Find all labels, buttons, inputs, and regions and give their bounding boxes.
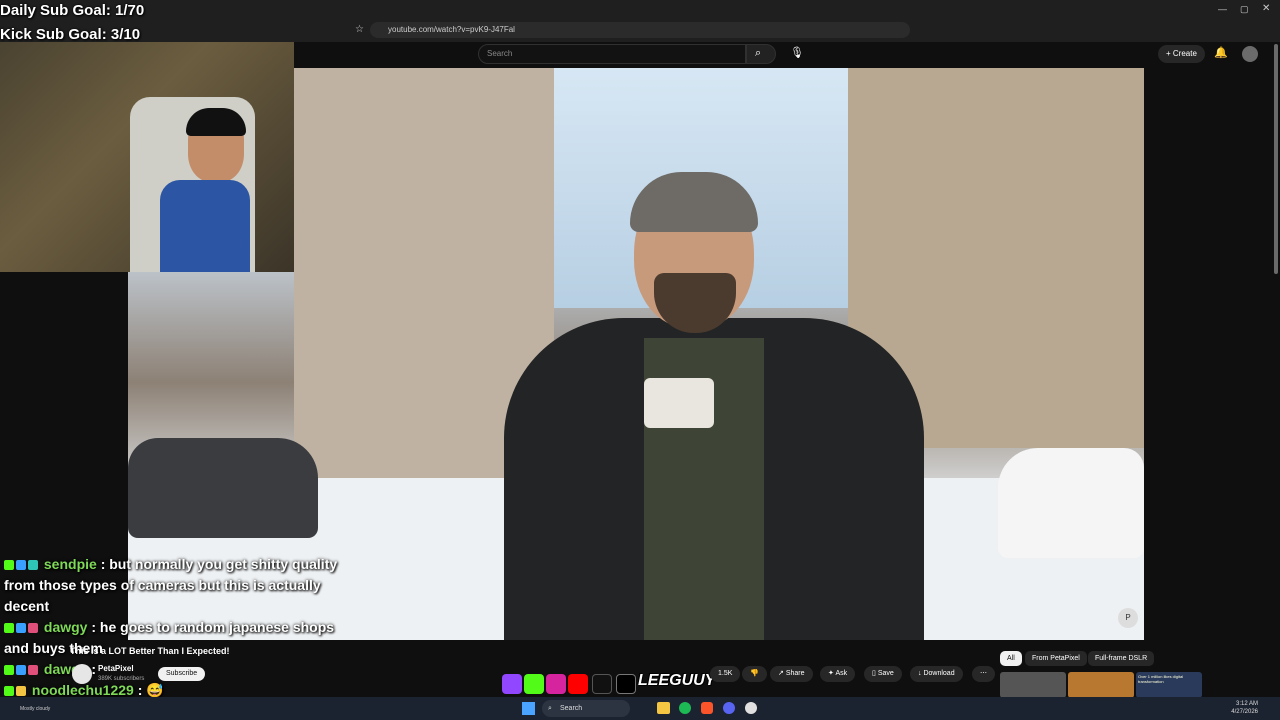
sparkle-icon: ✦ [828,670,834,677]
save-button[interactable]: ▯ Save [864,666,902,682]
download-button[interactable]: ↓ Download [910,666,963,682]
chip-full-frame[interactable]: Full-frame DSLR [1088,651,1155,666]
x-icon [616,674,636,694]
youtube-icon [568,674,588,694]
thumbs-down-icon: 👎 [750,670,759,677]
plus-icon: + [1166,49,1171,58]
chat-text: : [137,682,143,698]
search-icon: ⌕ [755,47,762,59]
recommended-thumbnail[interactable] [1000,672,1066,698]
tiktok-icon [592,674,612,694]
scrollbar[interactable] [1274,44,1278,274]
chrome-icon[interactable] [745,702,757,714]
chat-username: dawgy [43,619,88,635]
like-count: 1.5K [718,670,733,677]
discord-icon[interactable] [723,702,735,714]
chat-username: noodlechu1229 [31,682,134,698]
like-button[interactable]: 1.5K [710,666,741,682]
emote-icon: 😅 [146,682,164,698]
chat-text: : [91,661,97,677]
file-explorer-icon[interactable] [657,702,670,714]
start-button[interactable] [522,702,535,715]
webcam-streamer [140,108,290,272]
more-icon: ⋯ [980,670,987,677]
search-button[interactable]: ⌕ [746,44,776,64]
bookmark-save-icon: ▯ [872,670,876,677]
minimize-icon[interactable]: — [1218,4,1227,14]
chip-all[interactable]: All [1000,651,1022,666]
clock-time: 3:12 AM [1235,701,1258,707]
clock-date: 4/27/2026 [1231,709,1258,715]
subscribe-button[interactable]: Subscribe [158,667,206,681]
search-input[interactable]: Search [478,44,746,64]
brave-icon[interactable] [701,702,713,714]
video-presenter [504,172,924,640]
ask-button[interactable]: ✦ Ask [820,666,856,682]
share-button[interactable]: ↗ Share [770,666,813,682]
close-icon[interactable]: ✕ [1262,3,1270,14]
twitch-icon [502,674,522,694]
video-car-right [998,448,1144,558]
ask-label: Ask [835,670,848,677]
channel-watermark-icon[interactable]: P [1118,608,1138,628]
share-icon: ↗ [778,670,784,677]
address-bar[interactable]: youtube.com/watch?v=pvK9-J47Fal [370,22,910,38]
kick-icon [524,674,544,694]
bookmark-icon[interactable]: ☆ [355,24,364,35]
taskbar-search-label: Search [560,705,583,712]
presenter-hair [630,172,758,232]
chat-message: sendpie : but normally you get shitty qu… [4,554,344,617]
webcam-overlay [0,42,294,272]
streamer-logo: LEEGUUY [638,672,716,689]
avatar[interactable] [1242,46,1258,62]
taskbar-search-icon: ⌕ [548,705,552,712]
recommended-thumbnail[interactable] [1068,672,1134,698]
mic-icon[interactable]: 🎙 [790,46,804,59]
recommended-thumbnail[interactable]: Over 1 million likes digital transformat… [1136,672,1202,698]
download-icon: ↓ [918,670,922,677]
bell-icon[interactable]: 🔔 [1214,46,1228,59]
more-actions-button[interactable]: ⋯ [972,666,995,682]
video-car-left [128,438,318,538]
taskbar-search[interactable]: ⌕ Search [542,700,630,717]
daily-sub-goal: Daily Sub Goal: 1/70 [0,2,145,19]
presenter-camera [644,378,714,428]
kick-sub-goal: Kick Sub Goal: 3/10 [0,26,141,43]
channel-avatar[interactable] [72,664,92,684]
thumbnail-text: Over 1 million likes digital transformat… [1138,674,1184,684]
social-logo-overlay: LEEGUUY [500,666,715,700]
dislike-button[interactable]: 👎 [742,666,767,682]
windows-taskbar: Mostly cloudy ⌕ Search [0,697,1280,720]
instagram-icon [546,674,566,694]
chip-from-channel[interactable]: From PetaPixel [1025,651,1087,666]
spotify-icon[interactable] [679,702,691,714]
weather-widget[interactable]: Mostly cloudy [20,706,50,712]
save-label: Save [877,670,894,677]
chat-username: sendpie [43,556,97,572]
channel-name[interactable]: PetaPixel [98,664,134,673]
system-clock[interactable]: 3:12 AM 4/27/2026 [1231,700,1258,716]
maximize-icon[interactable]: ▢ [1240,4,1249,15]
browser-toolbar: youtube.com/watch?v=pvK9-J47Fal ☆ — ▢ ✕ [0,0,1280,42]
share-label: Share [785,670,805,677]
create-button[interactable]: + Create [1158,45,1205,63]
video-title: This is a LOT Better Than I Expected! [70,646,230,656]
download-label: Download [923,670,955,677]
channel-subscribers: 389K subscribers [98,676,145,682]
create-label: Create [1172,49,1197,58]
